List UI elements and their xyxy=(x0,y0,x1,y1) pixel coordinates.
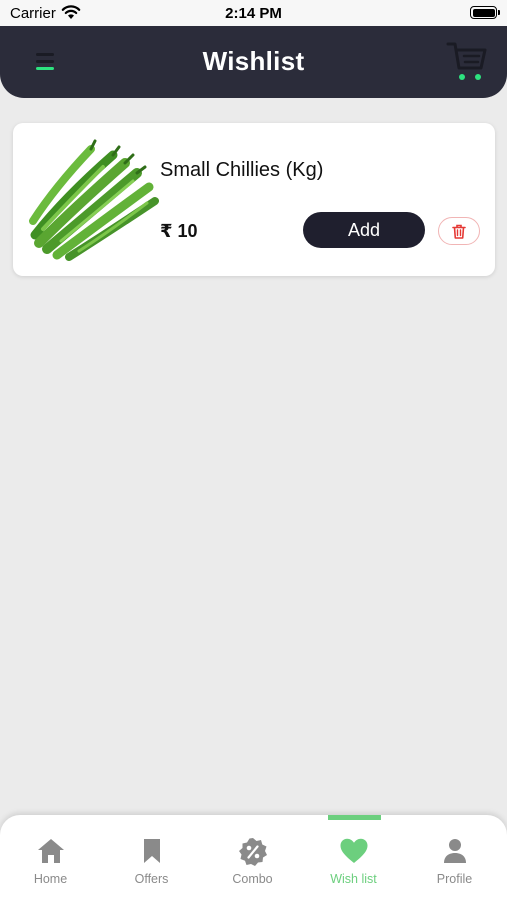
green-chillies-image xyxy=(25,137,161,261)
nav-item-offers[interactable]: Offers xyxy=(101,815,202,900)
nav-label-wishlist: Wish list xyxy=(330,872,377,886)
active-tab-indicator xyxy=(328,815,381,820)
status-bar: Carrier 2:14 PM xyxy=(0,0,507,26)
bottom-navigation: Home Offers Combo Wish list Profile xyxy=(0,815,507,900)
nav-item-profile[interactable]: Profile xyxy=(404,815,505,900)
person-icon xyxy=(443,839,466,863)
nav-item-combo[interactable]: Combo xyxy=(202,815,303,900)
battery-icon xyxy=(470,6,500,19)
status-time: 2:14 PM xyxy=(225,5,282,22)
nav-item-home[interactable]: Home xyxy=(0,815,101,900)
wishlist-item-card: Small Chillies (Kg) ₹ 10 Add xyxy=(13,123,495,276)
home-icon xyxy=(37,839,64,863)
product-name: Small Chillies (Kg) xyxy=(160,159,324,181)
page-title: Wishlist xyxy=(202,46,305,76)
add-to-cart-button[interactable]: Add xyxy=(303,212,425,248)
cart-icon xyxy=(446,42,487,80)
heart-icon xyxy=(340,838,367,863)
nav-label-home: Home xyxy=(33,872,68,886)
app-header: Wishlist xyxy=(0,26,507,98)
delete-button[interactable] xyxy=(438,217,480,245)
bookmark-icon xyxy=(143,839,160,863)
nav-item-wishlist[interactable]: Wish list xyxy=(303,815,404,900)
nav-label-profile: Profile xyxy=(436,872,473,886)
trash-icon xyxy=(452,224,466,239)
percent-badge-icon xyxy=(238,838,267,866)
nav-label-offers: Offers xyxy=(134,872,169,886)
product-price: ₹ 10 xyxy=(160,221,198,241)
cart-button[interactable] xyxy=(445,40,489,84)
nav-label-combo: Combo xyxy=(232,872,273,886)
